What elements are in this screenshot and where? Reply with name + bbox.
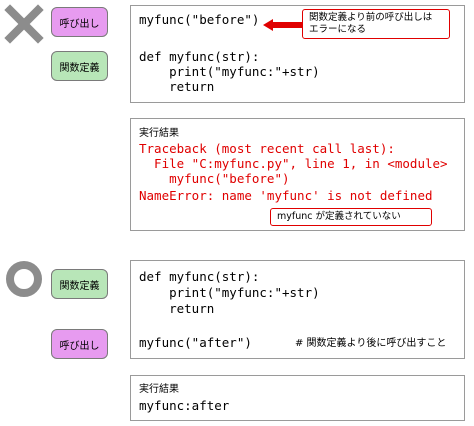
error-line: NameError: name 'myfunc' is not defined bbox=[139, 188, 433, 203]
call-tag: 呼び出し bbox=[51, 7, 108, 37]
code-line: print("myfunc:"+str) bbox=[139, 285, 320, 300]
good-code-block: def myfunc(str): print("myfunc:"+str) re… bbox=[130, 260, 465, 359]
result-label: 実行結果 bbox=[139, 128, 179, 139]
code-line: print("myfunc:"+str) bbox=[139, 64, 320, 79]
code-line: def myfunc(str): bbox=[139, 49, 260, 64]
definition-tag: 関数定義 bbox=[51, 269, 108, 299]
traceback-line: Traceback (most recent call last): bbox=[139, 141, 395, 156]
circle-mark-icon bbox=[6, 261, 42, 297]
result-output-line: myfunc:after bbox=[139, 398, 230, 413]
code-comment: # 関数定義より後に呼び出すこと bbox=[295, 338, 447, 349]
code-line: myfunc("after") bbox=[139, 335, 252, 350]
callout-line: エラーになる bbox=[309, 24, 367, 35]
error-note: myfunc が定義されていない bbox=[270, 208, 432, 226]
cross-mark-icon bbox=[4, 4, 44, 44]
code-line: def myfunc(str): bbox=[139, 269, 260, 284]
call-tag: 呼び出し bbox=[51, 329, 108, 359]
code-line: return bbox=[139, 301, 215, 316]
traceback-line: myfunc("before") bbox=[139, 171, 290, 186]
code-line: return bbox=[139, 79, 215, 94]
traceback-line: File "C:myfunc.py", line 1, in <module> bbox=[139, 156, 448, 171]
callout-line: 関数定義より前の呼び出しは bbox=[309, 12, 433, 23]
code-line: myfunc("before") bbox=[139, 12, 260, 27]
good-result-block: 実行結果 myfunc:after bbox=[130, 375, 465, 421]
result-label: 実行結果 bbox=[139, 384, 179, 395]
definition-tag: 関数定義 bbox=[51, 51, 108, 81]
red-arrow-icon bbox=[263, 16, 303, 31]
callout-before-definition: 関数定義より前の呼び出しは エラーになる bbox=[302, 9, 450, 39]
